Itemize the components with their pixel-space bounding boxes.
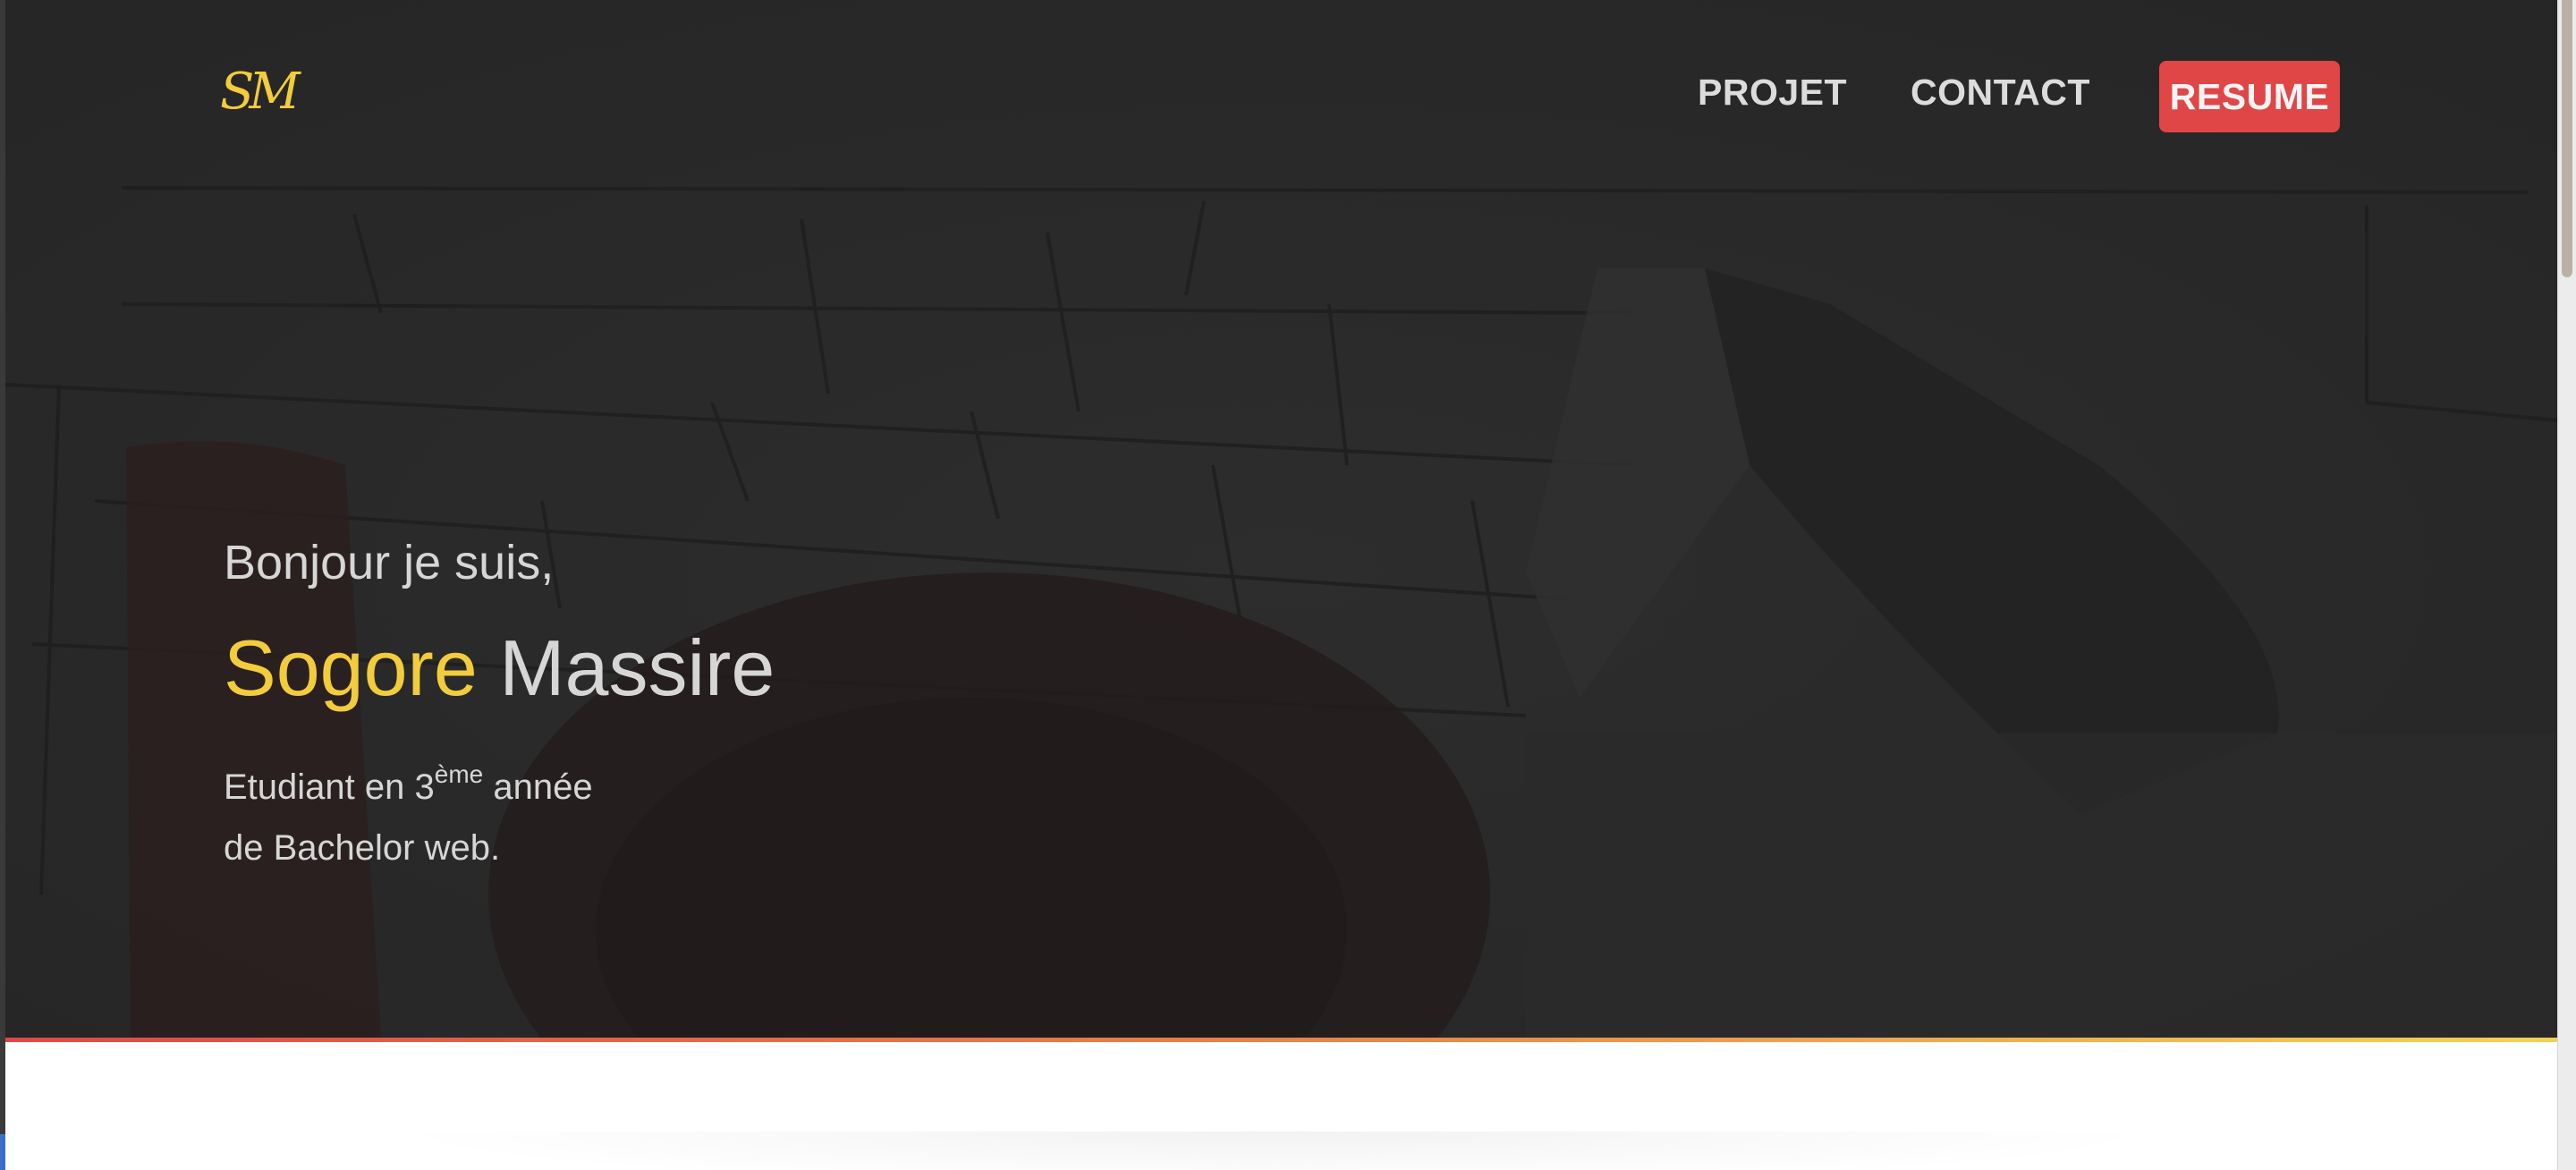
hero-first-name: Sogore xyxy=(224,623,478,712)
desc-superscript: ème xyxy=(434,760,484,788)
hero-section: SM PROJET CONTACT RESUME Bonjour je suis… xyxy=(5,0,2558,1038)
desc-line1-post: année xyxy=(483,767,593,807)
hero-greeting: Bonjour je suis, xyxy=(224,536,555,589)
desc-line1-pre: Etudiant en 3 xyxy=(224,767,435,807)
hero-last-name: Massire xyxy=(499,623,775,712)
content-section xyxy=(5,1042,2558,1170)
nav-link-projet[interactable]: PROJET xyxy=(1698,72,1847,114)
page-scrollbar[interactable] xyxy=(2557,0,2576,1170)
hero-name: Sogore Massire xyxy=(224,623,775,714)
desc-line2: de Bachelor web. xyxy=(224,828,501,868)
hero-description: Etudiant en 3ème année de Bachelor web. xyxy=(224,757,593,878)
site-logo[interactable]: SM xyxy=(220,63,301,121)
page-viewport: SM PROJET CONTACT RESUME Bonjour je suis… xyxy=(5,0,2558,1170)
scrollbar-thumb[interactable] xyxy=(2562,0,2572,277)
card-shadow xyxy=(381,1132,2170,1170)
top-navigation: SM PROJET CONTACT RESUME xyxy=(5,0,2558,193)
resume-button[interactable]: RESUME xyxy=(2159,61,2340,132)
nav-link-contact[interactable]: CONTACT xyxy=(1911,72,2090,114)
